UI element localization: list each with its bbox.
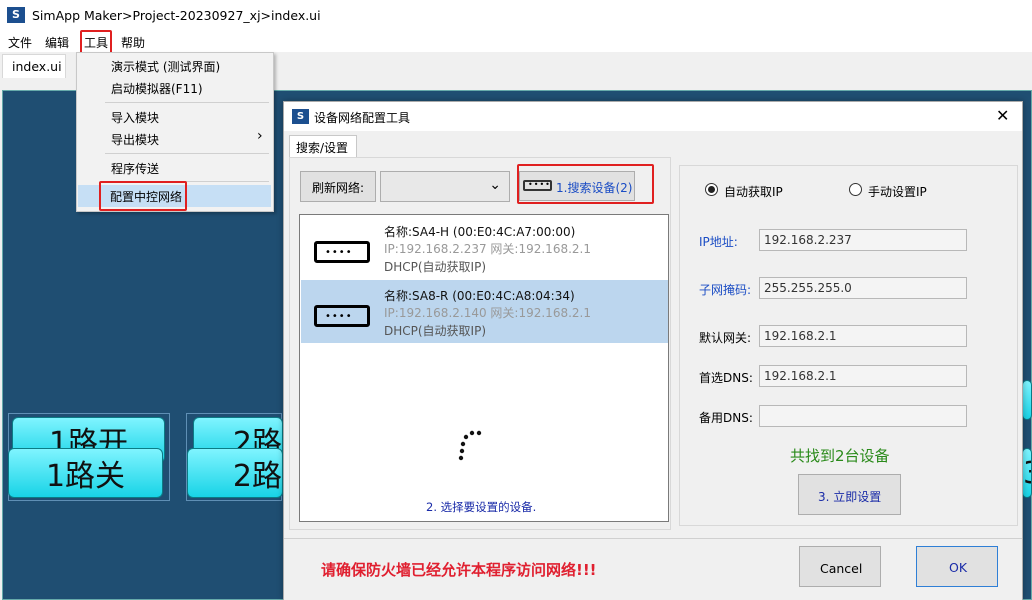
menu-item-highlight (99, 181, 187, 211)
network-config-dialog: S 设备网络配置工具 ✕ 搜索/设置 刷新网络: ⌄ •••• 1.搜索设备(2… (283, 101, 1023, 600)
gateway-label: 默认网关: (699, 331, 752, 345)
menu-item-import-module[interactable]: 导入模块 (111, 109, 159, 126)
tab-label: index.ui (12, 59, 62, 74)
subnet-mask-label: 子网掩码: (699, 283, 752, 297)
menu-item-program-transfer[interactable]: 程序传送 (111, 160, 159, 177)
device-mode: DHCP(自动获取IP) (384, 324, 487, 338)
list-item[interactable]: •••• 名称:SA4-H (00:E0:4C:A7:00:00) IP:192… (301, 216, 668, 279)
dialog-title: 设备网络配置工具 (314, 111, 411, 125)
tab-search-settings[interactable]: 搜索/设置 (289, 135, 357, 157)
apply-settings-button[interactable]: 3. 立即设置 (798, 474, 901, 515)
device-ip: IP:192.168.2.237 网关:192.168.2.1 (384, 242, 591, 256)
device-list[interactable]: •••• 名称:SA4-H (00:E0:4C:A7:00:00) IP:192… (299, 214, 669, 522)
radio-auto-ip-label: 自动获取IP (724, 185, 783, 199)
canvas-button-1-off[interactable]: 1路关 (8, 448, 163, 498)
device-name: 名称:SA8-R (00:E0:4C:A8:04:34) (384, 289, 575, 303)
radio-manual-ip[interactable] (849, 183, 862, 196)
dns2-label: 备用DNS: (699, 411, 753, 425)
loading-spinner-icon (458, 430, 482, 461)
list-item-selected[interactable]: •••• 名称:SA8-R (00:E0:4C:A8:04:34) IP:192… (301, 280, 668, 343)
canvas-button-3-off[interactable]: 3 (1022, 448, 1032, 498)
dns1-field[interactable]: 192.168.2.1 (759, 365, 967, 387)
ip-address-field[interactable]: 192.168.2.237 (759, 229, 967, 251)
menu-item-start-simulator[interactable]: 启动模拟器(F11) (111, 80, 203, 97)
radio-auto-ip[interactable] (705, 183, 718, 196)
refresh-network-button[interactable]: 刷新网络: (300, 171, 376, 202)
dns1-label: 首选DNS: (699, 371, 753, 385)
subnet-mask-field[interactable]: 255.255.255.0 (759, 277, 967, 299)
device-ip: IP:192.168.2.140 网关:192.168.2.1 (384, 306, 591, 320)
menu-separator (105, 153, 269, 154)
app-logo-icon: S (7, 7, 25, 23)
tab-index-ui[interactable]: index.ui (2, 54, 66, 78)
menu-item-demo-mode[interactable]: 演示模式 (测试界面) (111, 58, 220, 75)
dialog-logo-icon: S (292, 109, 309, 124)
radio-manual-ip-label: 手动设置IP (868, 185, 927, 199)
canvas-button-2-off[interactable]: 2路 (187, 448, 283, 498)
device-icon: •••• (314, 305, 370, 327)
cancel-button[interactable]: Cancel (799, 546, 881, 587)
tab-label: 搜索/设置 (296, 141, 349, 155)
cancel-label: Cancel (820, 561, 863, 576)
ok-label: OK (949, 560, 968, 575)
refresh-label: 刷新网络: (312, 181, 365, 195)
device-icon: •••• (314, 241, 370, 263)
window-title: SimApp Maker>Project-20230927_xj>index.u… (32, 8, 321, 23)
device-count-text: 共找到2台设备 (790, 447, 890, 465)
menu-edit[interactable]: 编辑 (45, 34, 69, 51)
list-hint: 2. 选择要设置的设备. (426, 500, 537, 514)
menu-item-export-module[interactable]: 导出模块 (111, 131, 159, 148)
submenu-arrow-icon: › (257, 128, 263, 144)
device-mode: DHCP(自动获取IP) (384, 260, 487, 274)
ip-address-label: IP地址: (699, 235, 738, 249)
menu-help[interactable]: 帮助 (121, 34, 145, 51)
network-select[interactable]: ⌄ (380, 171, 510, 202)
menu-separator (105, 102, 269, 103)
firewall-warning: 请确保防火墙已经允许本程序访问网络!!! (321, 561, 597, 579)
canvas-button-partial[interactable] (1022, 380, 1032, 420)
menu-tools-highlight (80, 30, 112, 54)
search-button-highlight (517, 164, 654, 204)
ok-button[interactable]: OK (916, 546, 998, 587)
menu-file[interactable]: 文件 (8, 34, 32, 51)
chevron-down-icon: ⌄ (489, 177, 501, 193)
menubar (0, 30, 1032, 52)
close-icon[interactable]: ✕ (996, 106, 1009, 125)
gateway-field[interactable]: 192.168.2.1 (759, 325, 967, 347)
apply-label: 3. 立即设置 (818, 490, 882, 504)
device-name: 名称:SA4-H (00:E0:4C:A7:00:00) (384, 225, 576, 239)
dns2-field[interactable] (759, 405, 967, 427)
